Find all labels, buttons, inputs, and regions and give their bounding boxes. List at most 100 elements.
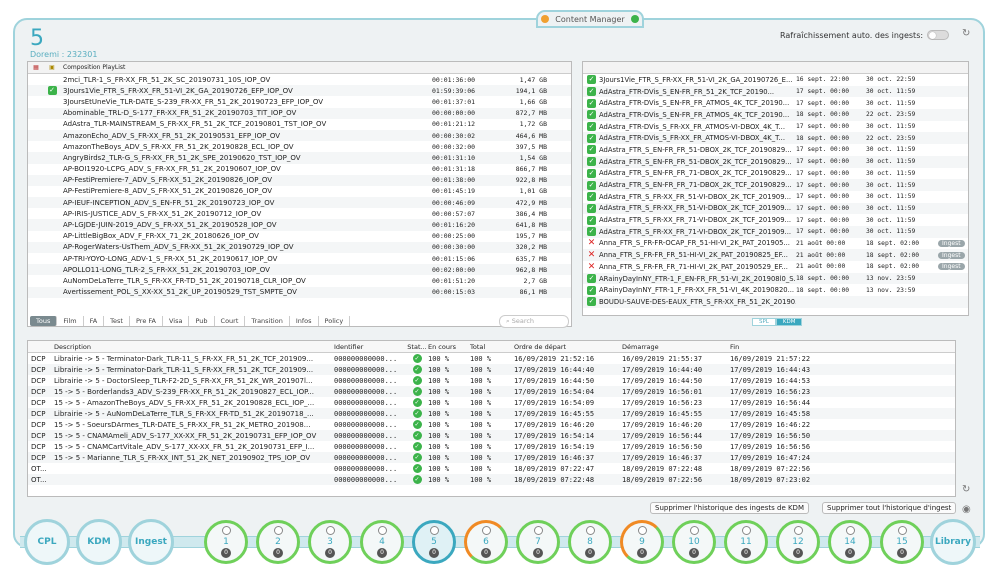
filter-tab[interactable]: Transition <box>245 316 290 326</box>
filter-tab[interactable]: Pre FA <box>130 316 163 326</box>
screen-button-10[interactable]: 10 0 <box>672 520 716 564</box>
playlist-row[interactable]: AP-IRIS-JUSTICE_ADV_S_FR-XX_51_2K_201907… <box>28 208 571 220</box>
filter-tab[interactable]: FA <box>84 316 105 326</box>
history-row[interactable]: DCP 15 -> 5 - CNAMAmeli_ADV_S-177_XX-XX_F… <box>28 430 955 441</box>
ingest-badge-button[interactable]: Ingest <box>938 239 965 247</box>
filter-tab[interactable]: Tous <box>30 316 58 326</box>
delete-all-history-button[interactable]: Supprimer tout l'historique d'ingest <box>822 502 957 514</box>
content-manager-tab[interactable]: Content Manager <box>536 10 644 28</box>
seg-kdm[interactable]: KDM <box>775 318 803 326</box>
kdm-row[interactable]: ✕ Anna_FTR_S_FR-FR-OCAP_FR_51-HI-VI_2K_PA… <box>583 238 968 250</box>
kdm-row[interactable]: ✓ BOUDU-SAUVE-DES-EAUX_FTR_S_FR-XX_FR_51_… <box>583 296 968 308</box>
kdm-row[interactable]: ✓ AdAstra_FTR-DVis_S_FR-XX_FR_ATMOS-VI-DB… <box>583 121 968 133</box>
history-row[interactable] <box>28 485 955 496</box>
filter-tab[interactable]: Pub <box>189 316 215 326</box>
playlist-row[interactable]: Abominable_TRL-D_S-177_FR-XX_FR_51_2K_20… <box>28 107 571 119</box>
ingest-badge-button[interactable]: Ingest <box>938 251 965 259</box>
playlist-row[interactable]: AP-TRI-YOYO-LONG_ADV-1_S_FR-XX_51_2K_201… <box>28 253 571 265</box>
history-row[interactable]: DCP Librairie -> 5 - Terminator-Dark_TLR-… <box>28 353 955 364</box>
playlist-row[interactable]: AP-RogerWaters-UsThem_ADV_S_FR-XX_51_2K_… <box>28 241 571 253</box>
playlist-row[interactable]: AmazonEcho_ADV_S_FR-XX_FR_51_2K_20190531… <box>28 129 571 142</box>
kdm-row[interactable]: ✓ AdAstra_FTR-DVis_S_EN-FR_FR_ATMOS_4K_TC… <box>583 109 968 121</box>
kdm-row[interactable]: ✓ AdAstra_FTR-DVis_S_EN-FR_FR_ATMOS_4K_TC… <box>583 97 968 109</box>
history-row[interactable]: OT... 000000000000... ✓ 100 % 100 % 18/09/201… <box>28 474 955 485</box>
playlist-row[interactable]: Avertissement_POL_S_XX-XX_51_2K_UP_20190… <box>28 286 571 298</box>
kdm-row[interactable]: ✓ AdAstra_FTR_S_EN-FR_FR_71-DBOX_2K_TCF_2… <box>583 179 968 191</box>
kdm-row[interactable]: ✓ AdAstra_FTR_S_FR-XX_FR_51-VI-DBOX_2K_TC… <box>583 202 968 215</box>
auto-refresh-toggle[interactable] <box>927 30 950 40</box>
kdm-row[interactable]: ✕ Anna_FTR_S_FR-FR_FR_51-HI-VI_2K_PAT_201… <box>583 249 968 261</box>
playlist-row[interactable]: AP-FestiPremiere-8_ADV_S_FR-XX_51_2K_201… <box>28 185 571 198</box>
playlist-row[interactable]: AdAstra_TLR-MAINSTREAM_S_FR-XX_FR_51_2K_… <box>28 118 571 130</box>
kdm-row[interactable]: ✓ ARainyDayInNY_FTR-1_F_FR-XX_FR_51-VI_4K… <box>583 284 968 296</box>
playlist-row[interactable]: 2mci_TLR-1_S_FR-XX_FR_51_2K_SC_20190731_… <box>28 74 571 86</box>
filter-tab[interactable]: Policy <box>319 316 351 326</box>
col-order[interactable]: Ordre de départ <box>514 343 622 351</box>
screen-button-11[interactable]: 11 0 <box>724 520 768 564</box>
kdm-row[interactable]: ✓ AdAstra_FTR_S_EN-FR_FR_51-DBOX_2K_TCF_2… <box>583 144 968 156</box>
history-row[interactable]: DCP 15 -> 5 - CNAMCartVitale_ADV_S-177_XX… <box>28 441 955 452</box>
screen-button-7[interactable]: 70 <box>516 520 560 564</box>
kdm-row[interactable]: ✓ AdAstra_FTR_S_FR-XX_FR_71-VI-DBOX_2K_TC… <box>583 214 968 226</box>
playlist-row[interactable]: ✓ 3Jours1Vie_FTR_S_FR-XX_FR_51-VI_2K_GA_2… <box>28 85 571 97</box>
filter-tab[interactable]: Infos <box>290 316 319 326</box>
eye-icon[interactable]: ◉ <box>962 504 971 515</box>
filter-tab[interactable]: Visa <box>163 316 190 326</box>
filter-tab[interactable]: Test <box>104 316 130 326</box>
screen-button-14[interactable]: 14 0 <box>828 520 872 564</box>
screen-button-4[interactable]: 40 <box>360 520 404 564</box>
library-button[interactable]: Library <box>930 519 976 565</box>
screen-button-1[interactable]: 10 <box>204 520 248 564</box>
col-status[interactable]: Stat... <box>406 343 428 351</box>
screen-button-12[interactable]: 12 0 <box>776 520 820 564</box>
col-total[interactable]: Total <box>470 343 514 351</box>
history-row[interactable]: DCP 15 -> 5 - Marianne_TLR_S_FR-XX_INT_51… <box>28 452 955 463</box>
history-row[interactable]: DCP Librairie -> 5 - DoctorSleep_TLR-F2-2… <box>28 375 955 386</box>
playlist-row[interactable]: AP-BOI1920-LCPG_ADV_S_FR-XX_FR_51_2K_201… <box>28 163 571 175</box>
screen-button-15[interactable]: 15 0 <box>880 520 924 564</box>
history-row[interactable]: DCP Librairie -> 5 - Terminator-Dark_TLR-… <box>28 364 955 375</box>
history-refresh-icon[interactable]: ↻ <box>962 484 970 495</box>
playlist-row[interactable]: AngryBirds2_TLR-G_S_FR-XX_FR_51_2K_SPE_2… <box>28 152 571 164</box>
playlist-row[interactable]: APOLLO11-LONG_TLR-2_S_FR-XX_51_2K_201907… <box>28 264 571 276</box>
col-identifier[interactable]: Identifier <box>334 343 406 351</box>
playlist-row[interactable]: AP-FestiPremiere-7_ADV_S_FR-XX_51_2K_201… <box>28 174 571 186</box>
kdm-row[interactable]: ✓ 3Jours1Vie_FTR_S_FR-XX_FR_51-VI_2K_GA_2… <box>583 74 968 86</box>
kdm-button[interactable]: KDM <box>76 519 122 565</box>
kdm-row[interactable]: ✓ AdAstra_FTR_S_FR-XX_FR_51-VI-DBOX_2K_TC… <box>583 191 968 203</box>
cpl-button[interactable]: CPL <box>24 519 70 565</box>
screen-button-3[interactable]: 30 <box>308 520 352 564</box>
history-row[interactable]: DCP 15 -> 5 - Borderlands3_ADV_S-239_FR-X… <box>28 386 955 397</box>
screen-button-5[interactable]: 50 <box>412 520 456 564</box>
kdm-row[interactable]: ✓ AdAstra_FTR-DVis_S_EN-FR_FR_51_2K_TCF_2… <box>583 85 968 98</box>
filter-tab[interactable]: Film <box>57 316 84 326</box>
kdm-row[interactable]: ✓ AdAstra_FTR_S_FR-XX_FR_71-VI-DBOX_2K_TC… <box>583 225 968 238</box>
screen-button-2[interactable]: 20 <box>256 520 300 564</box>
delete-kdm-history-button[interactable]: Supprimer l'historique des ingests de KD… <box>650 502 809 514</box>
kdm-row[interactable]: ✓ AdAstra_FTR_S_EN-FR_FR_51-DBOX_2K_TCF_2… <box>583 155 968 168</box>
history-row[interactable]: DCP 15 -> 5 - AmazonTheBoys_ADV_S_FR-XX_F… <box>28 397 955 408</box>
playlist-row[interactable]: AmazonTheBoys_ADV_S_FR-XX_FR_51_2K_20190… <box>28 141 571 153</box>
col-end[interactable]: Fin <box>730 343 830 351</box>
screen-button-8[interactable]: 80 <box>568 520 612 564</box>
history-row[interactable]: DCP Librairie -> 5 - AuNomDeLaTerre_TLR_S… <box>28 408 955 419</box>
kdm-row[interactable]: ✓ AdAstra_FTR-DVis_S_FR-XX_FR_ATMOS-VI-DB… <box>583 132 968 145</box>
ingest-button[interactable]: Ingest <box>128 519 174 565</box>
playlist-row[interactable]: AP-LGJDE-JUIN-2019_ADV_S_FR-XX_51_2K_201… <box>28 219 571 231</box>
playlist-row[interactable]: AuNomDeLaTerre_TLR_S_FR-XX_FR-TD_51_2K_2… <box>28 275 571 287</box>
kdm-row[interactable]: ✕ Anna_FTR_S_FR-FR_FR_71-HI-VI_2K_PAT_201… <box>583 261 968 273</box>
ingest-badge-button[interactable]: Ingest <box>938 263 965 271</box>
filter-tab[interactable]: Court <box>215 316 246 326</box>
screen-button-9[interactable]: 90 <box>620 520 664 564</box>
col-progress[interactable]: En cours <box>428 343 470 351</box>
playlist-row[interactable]: AP-IEUF-INCEPTION_ADV_S_EN-FR_51_2K_2019… <box>28 197 571 209</box>
seg-spl[interactable]: SPL <box>752 318 776 326</box>
screen-button-6[interactable]: 60 <box>464 520 508 564</box>
refresh-icon[interactable]: ↻ <box>962 28 970 39</box>
playlist-row[interactable]: 3JoursEtUneVie_TLR-DATE_S-239_FR-XX_FR_5… <box>28 96 571 108</box>
col-start[interactable]: Démarrage <box>622 343 730 351</box>
history-row[interactable]: DCP 15 -> 5 - SoeursDArmes_TLR-DATE_S_FR-… <box>28 419 955 430</box>
kdm-row[interactable]: ✓ AdAstra_FTR_S_EN-FR_FR_71-DBOX_2K_TCF_2… <box>583 168 968 180</box>
kdm-row[interactable]: ✓ ARainyDayInNY_FTR-1_F_EN-FR_FR_51-VI_2K… <box>583 272 968 285</box>
search-input[interactable]: ⌕ Search <box>499 315 569 328</box>
